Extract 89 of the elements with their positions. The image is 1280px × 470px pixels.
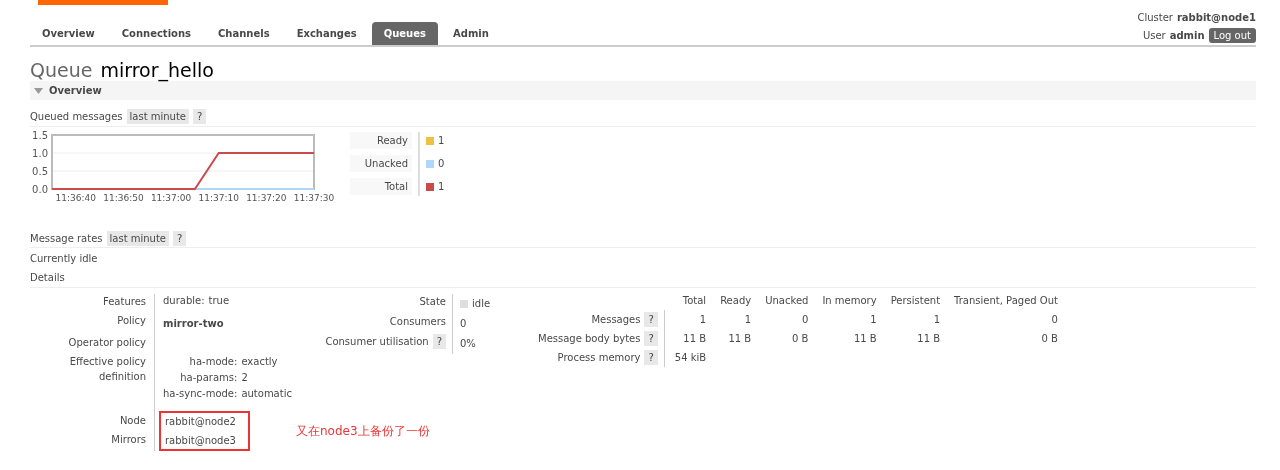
x-tick-label: 11:37:00 [150,193,192,203]
detail-label: State [419,295,446,309]
row-label: Process memory [557,351,641,365]
detail-label: Effective policy definition [69,356,146,382]
help-button[interactable]: ? [193,109,207,124]
nav-tab[interactable]: Exchanges [284,22,369,45]
definition-value: automatic [241,387,292,401]
status-text: Currently idle [30,252,99,266]
table-cell-text: 0 B [1040,332,1059,346]
table-cell-text: 1 [743,313,753,327]
legend-label: Total [350,178,412,195]
legend-value: 1 [438,134,445,148]
detail-label: Features [103,296,146,307]
detail-label: Consumers [389,315,446,329]
help-button[interactable]: ? [173,231,187,246]
column-header: Ready [719,294,753,308]
help-button[interactable]: ? [644,331,658,346]
detail-label: Mirrors [111,433,146,446]
table-cell-text: 11 B [727,332,753,346]
column-header: In memory [821,294,878,308]
queue-name: mirror_hello [100,59,214,81]
table-cell-text: 1 [869,313,878,327]
definition-value: 2 [241,371,249,385]
nav-tab[interactable]: Channels [206,22,282,45]
x-tick-label: 11:36:40 [55,193,97,203]
table-cell: 11 B [664,329,714,348]
node-name: rabbit@node3 [165,434,237,447]
y-tick-label: 1.0 [32,148,48,159]
table-cell-text: 11 B [916,332,942,346]
detail-value: 0 [460,317,467,331]
detail-value: idle [472,297,491,311]
user-name: admin [1169,29,1205,43]
help-button[interactable]: ? [644,312,658,327]
column-header: Unacked [764,294,810,308]
table-cell-text: 0 [1050,313,1059,327]
x-tick-label: 11:36:50 [103,193,144,203]
table-cell: 54 kiB [664,348,714,367]
detail-label: Operator policy [68,337,146,348]
feature-value: true [208,294,230,308]
chart-label: Queued messages [30,110,123,124]
feature-key: durable: [163,294,205,308]
nav-tab[interactable]: Queues [371,22,438,45]
cluster-name: rabbit@node1 [1176,11,1256,25]
legend-label: Ready [350,132,412,149]
table-cell-text: 11 B [852,332,878,346]
detail-label: Node [119,414,146,427]
range-selector[interactable]: last minute [106,231,169,246]
x-tick-label: 11:37:20 [246,193,287,203]
annotation-text: 又在node3上备份了一份 [296,423,430,440]
definition-key: ha-params: [163,371,238,385]
chart-label: Message rates [30,232,103,246]
column-header: Persistent [889,294,942,308]
legend-label: Unacked [350,155,412,172]
column-header: Transient, Paged Out [953,294,1059,308]
policy-name: mirror-two [163,317,224,331]
row-label: Messages [591,313,641,327]
help-button[interactable]: ? [644,350,658,365]
details-heading: Details [30,271,1256,288]
cluster-label: Cluster [1137,11,1173,25]
detail-value: 0% [460,337,476,351]
nav-tab[interactable]: Overview [30,22,107,45]
help-button[interactable]: ? [432,334,446,349]
table-cell-text: 0 B [791,332,810,346]
user-label: User [1142,29,1166,43]
table-cell-text: 0 [801,313,810,327]
detail-label: Policy [117,315,146,326]
x-tick-label: 11:37:30 [293,193,335,203]
legend-value: 1 [438,180,445,194]
definition-value: exactly [241,355,279,369]
column-header: Total [664,294,714,310]
y-tick-label: 0.5 [32,166,48,177]
definition-key: ha-mode: [163,355,238,369]
nav-tab[interactable]: Admin [441,22,501,45]
table-cell: 1 [664,310,714,329]
logout-button[interactable]: Log out [1208,28,1256,43]
x-tick-label: 11:37:10 [198,193,239,203]
section-title: Overview [49,84,102,98]
range-selector[interactable]: last minute [126,109,189,124]
detail-label: Consumer utilisation [325,335,429,349]
node-name: rabbit@node2 [165,415,237,428]
section-header[interactable]: Overview [30,81,1256,100]
nav-tab[interactable]: Connections [109,22,203,45]
y-tick-label: 0.0 [32,184,48,195]
definition-key: ha-sync-mode: [163,387,238,401]
row-label: Message body bytes [538,332,641,346]
page-title-prefix: Queue [30,59,93,81]
y-tick-label: 1.5 [32,130,48,141]
legend-value: 0 [438,157,445,171]
table-cell-text: 1 [932,313,942,327]
